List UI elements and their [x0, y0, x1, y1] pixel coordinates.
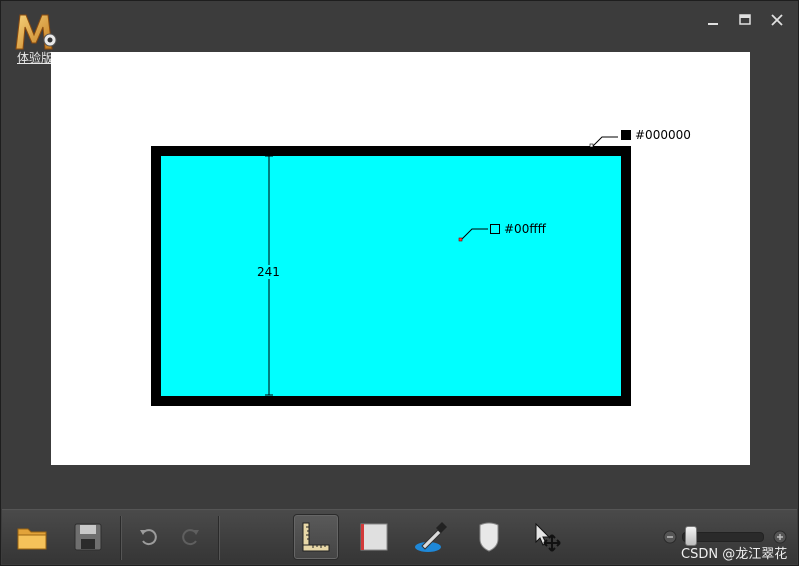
minimize-icon[interactable]	[704, 11, 722, 29]
outer-color-tag: #000000	[621, 128, 691, 142]
save-disk-icon[interactable]	[65, 514, 111, 560]
move-cursor-icon[interactable]	[523, 514, 569, 560]
drawing-canvas[interactable]: 241 #000000 #00ffff	[51, 52, 750, 465]
toolbar-separator	[218, 516, 219, 560]
zoom-out-icon[interactable]	[663, 529, 677, 544]
open-folder-icon[interactable]	[9, 514, 55, 560]
inner-color-value: #00ffff	[504, 222, 546, 236]
color-swatch	[490, 224, 500, 234]
black-rectangle	[151, 146, 631, 406]
zoom-in-icon[interactable]	[773, 529, 787, 544]
undo-icon[interactable]	[126, 514, 172, 560]
outer-color-value: #000000	[635, 128, 691, 142]
toolbar-separator	[120, 516, 121, 560]
ruler-icon[interactable]	[293, 514, 339, 560]
bottom-toolbar	[2, 509, 797, 564]
cyan-fill	[161, 156, 621, 396]
inner-color-tag: #00ffff	[490, 222, 546, 236]
height-measurement: 241	[256, 265, 281, 279]
rectangle-icon[interactable]	[351, 514, 397, 560]
color-swatch	[621, 130, 631, 140]
maximize-icon[interactable]	[736, 11, 754, 29]
marker-icon[interactable]	[466, 514, 512, 560]
redo-icon[interactable]	[167, 514, 213, 560]
app-window: 体验版 241 #000000 #00ffff CSDN @龙江翠花	[0, 0, 799, 566]
color-picker-icon[interactable]	[409, 514, 455, 560]
close-icon[interactable]	[768, 11, 786, 29]
edition-label[interactable]: 体验版	[17, 49, 53, 66]
watermark-text: CSDN @龙江翠花	[681, 547, 788, 562]
